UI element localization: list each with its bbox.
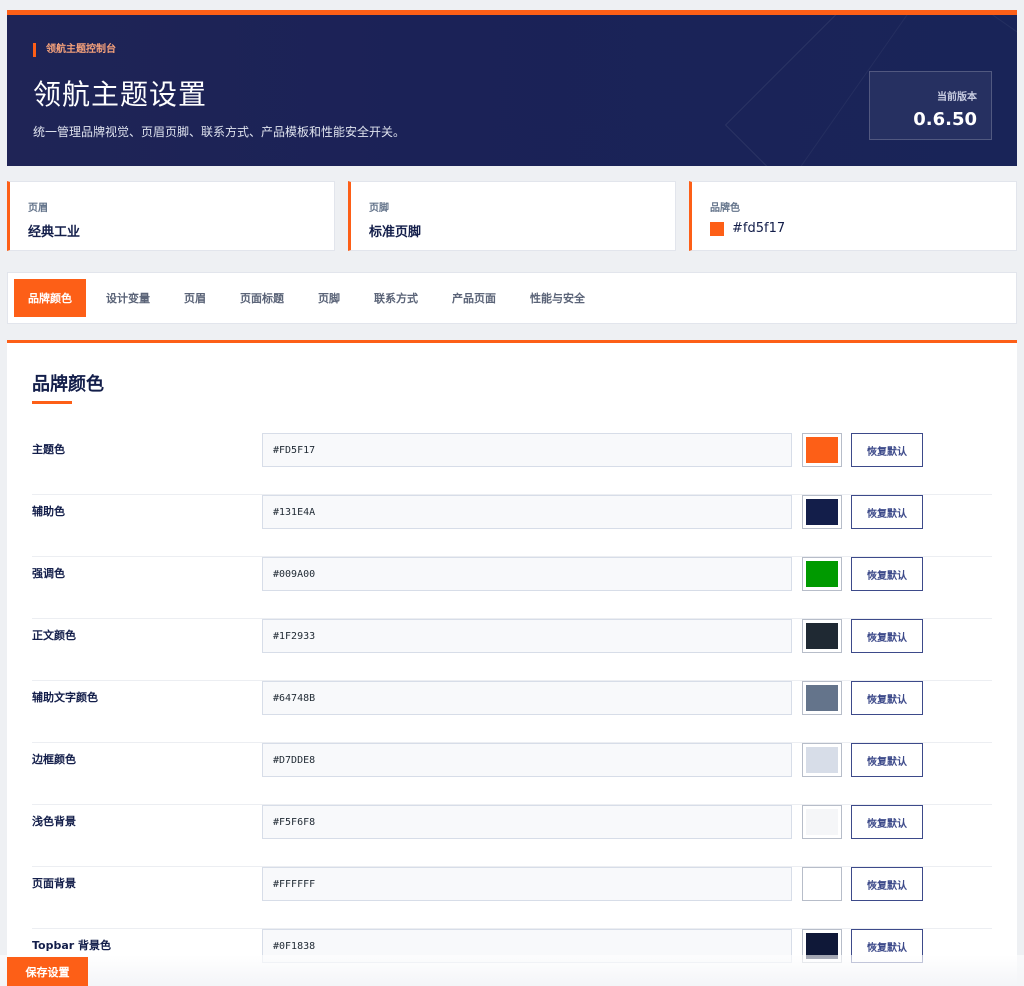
save-button[interactable]: 保存设置: [7, 957, 88, 986]
summary-card-footer: 页脚 标准页脚: [348, 181, 676, 251]
title-underline: [32, 401, 72, 404]
color-setting-label: 辅助色: [32, 505, 65, 518]
card-label: 品牌色: [710, 203, 740, 214]
reset-default-button[interactable]: 恢复默认: [851, 805, 923, 839]
color-picker-swatch[interactable]: [802, 867, 842, 901]
color-swatch-fill: [806, 623, 838, 649]
brand-color-panel: 品牌颜色 主题色恢复默认辅助色恢复默认强调色恢复默认正文颜色恢复默认辅助文字颜色…: [7, 340, 1017, 986]
panel-title: 品牌颜色: [32, 374, 104, 395]
color-setting-row: 辅助色 恢复默认: [32, 495, 992, 557]
color-picker-swatch[interactable]: [802, 743, 842, 777]
color-setting-label: Topbar 背景色: [32, 939, 112, 952]
tab-2[interactable]: 页眉: [170, 279, 220, 317]
color-setting-row: 浅色背景 恢复默认: [32, 805, 992, 867]
color-setting-label: 辅助文字颜色: [32, 691, 98, 704]
version-box: 当前版本 0.6.50: [869, 71, 992, 140]
page-description: 统一管理品牌视觉、页眉页脚、联系方式、产品模板和性能安全开关。: [33, 125, 406, 139]
color-swatch: [710, 221, 724, 236]
color-picker-swatch[interactable]: [802, 557, 842, 591]
color-swatch-fill: [806, 747, 838, 773]
reset-default-button[interactable]: 恢复默认: [851, 619, 923, 653]
bottom-bar: [0, 955, 1024, 986]
card-value: #fd5f17: [710, 221, 998, 236]
reset-default-button[interactable]: 恢复默认: [851, 557, 923, 591]
summary-cards: 页眉 经典工业 页脚 标准页脚 品牌色 #fd5f17: [7, 181, 1017, 251]
color-picker-swatch[interactable]: [802, 805, 842, 839]
tab-0[interactable]: 品牌颜色: [14, 279, 86, 317]
tab-1[interactable]: 设计变量: [92, 279, 164, 317]
color-swatch-fill: [806, 437, 838, 463]
color-picker-swatch[interactable]: [802, 619, 842, 653]
reset-default-button[interactable]: 恢复默认: [851, 681, 923, 715]
color-hex-input[interactable]: [262, 867, 792, 901]
color-setting-label: 主题色: [32, 443, 65, 456]
tab-5[interactable]: 联系方式: [360, 279, 432, 317]
color-swatch-fill: [806, 809, 838, 835]
color-setting-row: 主题色 恢复默认: [32, 433, 992, 495]
color-swatch-fill: [806, 561, 838, 587]
color-setting-row: 强调色 恢复默认: [32, 557, 992, 619]
color-picker-swatch[interactable]: [802, 681, 842, 715]
color-swatch-fill: [806, 871, 838, 897]
color-setting-row: 辅助文字颜色 恢复默认: [32, 681, 992, 743]
color-setting-label: 页面背景: [32, 877, 76, 890]
tab-3[interactable]: 页面标题: [226, 279, 298, 317]
tab-7[interactable]: 性能与安全: [516, 279, 599, 317]
tab-6[interactable]: 产品页面: [438, 279, 510, 317]
color-swatch-fill: [806, 499, 838, 525]
color-setting-row: 页面背景 恢复默认: [32, 867, 992, 929]
settings-tabs: 品牌颜色 设计变量 页眉 页面标题 页脚 联系方式 产品页面 性能与安全: [7, 272, 1017, 324]
color-hex-input[interactable]: [262, 495, 792, 529]
version-value: 0.6.50: [913, 109, 977, 130]
color-picker-swatch[interactable]: [802, 495, 842, 529]
page-title: 领航主题设置: [33, 78, 208, 111]
version-label: 当前版本: [937, 92, 977, 103]
hero-banner: 领航主题控制台 领航主题设置 统一管理品牌视觉、页眉页脚、联系方式、产品模板和性…: [7, 15, 1017, 166]
color-hex-input[interactable]: [262, 557, 792, 591]
card-label: 页眉: [28, 203, 48, 214]
color-hex-input[interactable]: [262, 681, 792, 715]
tab-4[interactable]: 页脚: [304, 279, 354, 317]
color-setting-row: 边框颜色 恢复默认: [32, 743, 992, 805]
color-picker-swatch[interactable]: [802, 433, 842, 467]
color-swatch-fill: [806, 685, 838, 711]
hero-eyebrow: 领航主题控制台: [33, 43, 116, 57]
color-hex-input[interactable]: [262, 433, 792, 467]
reset-default-button[interactable]: 恢复默认: [851, 495, 923, 529]
summary-card-header: 页眉 经典工业: [7, 181, 335, 251]
color-setting-label: 正文颜色: [32, 629, 76, 642]
reset-default-button[interactable]: 恢复默认: [851, 433, 923, 467]
card-value: 经典工业: [28, 225, 81, 240]
card-label: 页脚: [369, 203, 389, 214]
color-setting-label: 浅色背景: [32, 815, 76, 828]
color-setting-label: 边框颜色: [32, 753, 76, 766]
color-hex-input[interactable]: [262, 805, 792, 839]
reset-default-button[interactable]: 恢复默认: [851, 867, 923, 901]
color-setting-row: 正文颜色 恢复默认: [32, 619, 992, 681]
reset-default-button[interactable]: 恢复默认: [851, 743, 923, 777]
color-setting-label: 强调色: [32, 567, 65, 580]
summary-card-brand-color: 品牌色 #fd5f17: [689, 181, 1017, 251]
card-value: 标准页脚: [369, 225, 422, 240]
color-hex-input[interactable]: [262, 619, 792, 653]
color-hex-input[interactable]: [262, 743, 792, 777]
